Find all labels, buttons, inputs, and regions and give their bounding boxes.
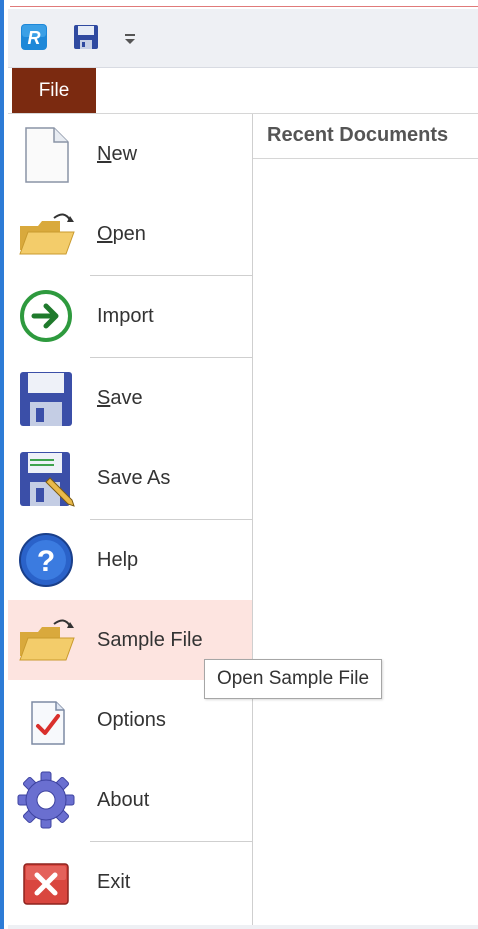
menu-item-save[interactable]: Save	[8, 358, 252, 438]
menu-item-new[interactable]: New	[8, 114, 252, 194]
backstage-menu: New Open Import S ave Save As ? Help Sam…	[8, 114, 253, 926]
svg-text:?: ?	[37, 545, 55, 578]
save-icon[interactable]	[72, 23, 100, 51]
menu-item-about-label: About	[97, 788, 150, 811]
menu-item-options-label: Options	[97, 708, 166, 731]
svg-text:R: R	[28, 28, 41, 48]
menu-item-save-as[interactable]: Save As	[8, 438, 252, 518]
menu-item-about[interactable]: About	[8, 760, 252, 840]
menu-item-save-mnemonic: S	[97, 386, 111, 409]
menu-item-exit[interactable]: Exit	[8, 842, 252, 922]
title-strip	[4, 0, 478, 8]
menu-item-import[interactable]: Import	[8, 276, 252, 356]
ribbon-tab-row: File	[8, 68, 478, 114]
menu-item-help-label: Help	[97, 548, 139, 571]
options-checkmark-icon	[16, 690, 78, 752]
sample-file-tooltip: Open Sample File	[204, 659, 382, 699]
new-document-icon	[16, 124, 78, 186]
sample-folder-icon	[16, 610, 78, 672]
bottom-border	[8, 925, 478, 929]
open-folder-icon	[16, 204, 78, 266]
menu-item-new-mnemonic: N	[97, 142, 112, 165]
file-tab[interactable]: File	[12, 68, 96, 113]
menu-item-save-rest: ave	[110, 386, 143, 409]
quick-access-toolbar: R	[8, 9, 478, 68]
help-icon: ?	[16, 530, 78, 592]
menu-item-open[interactable]: Open	[8, 194, 252, 274]
save-as-icon	[16, 448, 78, 510]
recent-documents-title: Recent Documents	[267, 124, 449, 146]
menu-item-help[interactable]: ? Help	[8, 520, 252, 600]
menu-item-new-rest: ew	[111, 142, 138, 165]
menu-item-import-label: Import	[97, 304, 154, 327]
menu-item-save-label: Save	[97, 358, 143, 438]
menu-item-new-label: New	[97, 114, 137, 194]
gear-icon	[16, 770, 78, 832]
floppy-save-icon	[16, 368, 78, 430]
backstage-window: R File N ew O pen Import S ave Save As ?…	[0, 0, 478, 929]
menu-item-save-as-label: Save As	[97, 466, 171, 489]
app-r-icon[interactable]: R	[20, 23, 48, 51]
menu-item-exit-label: Exit	[97, 870, 131, 893]
customize-qat-icon[interactable]	[120, 23, 140, 51]
menu-item-sample-file-label: Sample File	[97, 628, 203, 651]
menu-item-open-mnemonic: O	[97, 222, 113, 245]
import-arrow-icon	[16, 286, 78, 348]
menu-item-open-label: Open	[97, 194, 146, 274]
exit-icon	[16, 852, 78, 914]
menu-item-open-rest: pen	[112, 222, 146, 245]
recent-documents-header: Recent Documents	[253, 114, 478, 159]
